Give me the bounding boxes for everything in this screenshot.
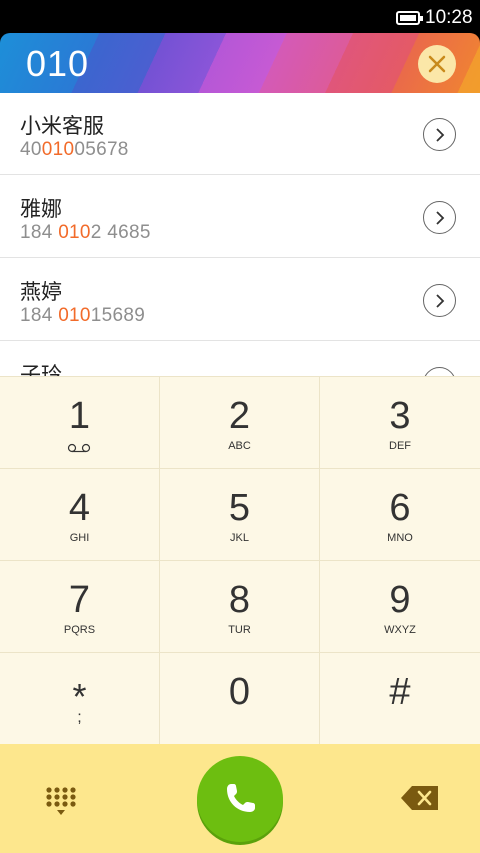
chevron-right-icon xyxy=(435,293,444,308)
contact-row[interactable]: 燕婷 184 01015689 xyxy=(0,259,480,341)
key-digit: 5 xyxy=(228,487,251,529)
key-5[interactable]: 5 JKL xyxy=(160,469,320,561)
dialpad-icon[interactable] xyxy=(40,784,78,818)
contact-name: 雅娜 xyxy=(20,197,62,221)
contact-name: 小米客服 xyxy=(20,114,104,138)
key-digit: 3 xyxy=(389,395,411,437)
key-digit: # xyxy=(389,671,411,713)
key-letters: JKL xyxy=(230,532,249,544)
backspace-icon[interactable] xyxy=(400,784,440,812)
key-digit: 2 xyxy=(228,395,251,437)
chevron-right-icon xyxy=(435,210,444,225)
key-7[interactable]: 7 PQRS xyxy=(0,561,160,653)
key-digit: 0 xyxy=(228,671,251,713)
key-6[interactable]: 6 MNO xyxy=(320,469,480,561)
key-digit: 4 xyxy=(68,487,91,529)
key-letters: ; xyxy=(77,709,82,726)
chevron-right-icon xyxy=(435,127,444,142)
contact-row[interactable]: 小米客服 4001005678 xyxy=(0,93,480,175)
contact-detail-button[interactable] xyxy=(423,367,456,376)
status-bar: 10:28 xyxy=(0,0,480,33)
key-0[interactable]: 0 xyxy=(160,653,320,745)
contact-row[interactable]: 子玲 xyxy=(0,342,480,376)
key-letters: ABC xyxy=(228,440,251,452)
key-digit: 7 xyxy=(68,579,91,621)
key-star[interactable]: * ; xyxy=(0,653,160,745)
key-letters: GHI xyxy=(69,532,90,544)
voicemail-icon xyxy=(67,443,91,453)
key-digit: 9 xyxy=(389,579,411,621)
contact-number: 4001005678 xyxy=(20,139,129,160)
key-9[interactable]: 9 WXYZ xyxy=(320,561,480,653)
contact-row[interactable]: 雅娜 184 0102 4685 xyxy=(0,176,480,258)
contact-detail-button[interactable] xyxy=(423,284,456,317)
contact-detail-button[interactable] xyxy=(423,118,456,151)
number-match: 010 xyxy=(58,305,91,326)
dial-keypad: 1 2 ABC 3 DEF 4 GHI 5 JKL 6 MNO 7 PQRS 8… xyxy=(0,376,480,745)
key-letters: PQRS xyxy=(63,624,96,636)
dialed-number: 010 xyxy=(26,43,90,84)
clear-button[interactable] xyxy=(418,45,456,83)
key-4[interactable]: 4 GHI xyxy=(0,469,160,561)
contact-name: 燕婷 xyxy=(20,280,62,304)
dial-header: 010 xyxy=(0,33,480,93)
key-digit: 1 xyxy=(68,395,91,437)
key-digit: 6 xyxy=(389,487,411,529)
key-letters: DEF xyxy=(389,440,411,452)
key-digit: 8 xyxy=(228,579,251,621)
battery-icon xyxy=(396,11,423,25)
contact-results-list[interactable]: 小米客服 4001005678 雅娜 184 0102 4685 燕婷 184 … xyxy=(0,93,480,376)
key-2[interactable]: 2 ABC xyxy=(160,377,320,469)
key-letters: TUR xyxy=(228,624,251,636)
close-icon xyxy=(428,55,446,73)
contact-detail-button[interactable] xyxy=(423,201,456,234)
key-3[interactable]: 3 DEF xyxy=(320,377,480,469)
contact-number: 184 01015689 xyxy=(20,305,146,326)
key-8[interactable]: 8 TUR xyxy=(160,561,320,653)
status-time: 10:28 xyxy=(425,7,473,28)
number-match: 010 xyxy=(41,139,75,160)
key-1[interactable]: 1 xyxy=(0,377,160,469)
contact-number: 184 0102 4685 xyxy=(20,222,151,243)
call-button[interactable] xyxy=(197,756,283,842)
action-bar xyxy=(0,744,480,853)
phone-icon xyxy=(227,784,255,812)
key-letters: MNO xyxy=(387,532,413,544)
key-letters: WXYZ xyxy=(384,624,416,636)
number-match: 010 xyxy=(58,222,91,243)
key-hash[interactable]: # xyxy=(320,653,480,745)
contact-name: 子玲 xyxy=(20,363,62,376)
